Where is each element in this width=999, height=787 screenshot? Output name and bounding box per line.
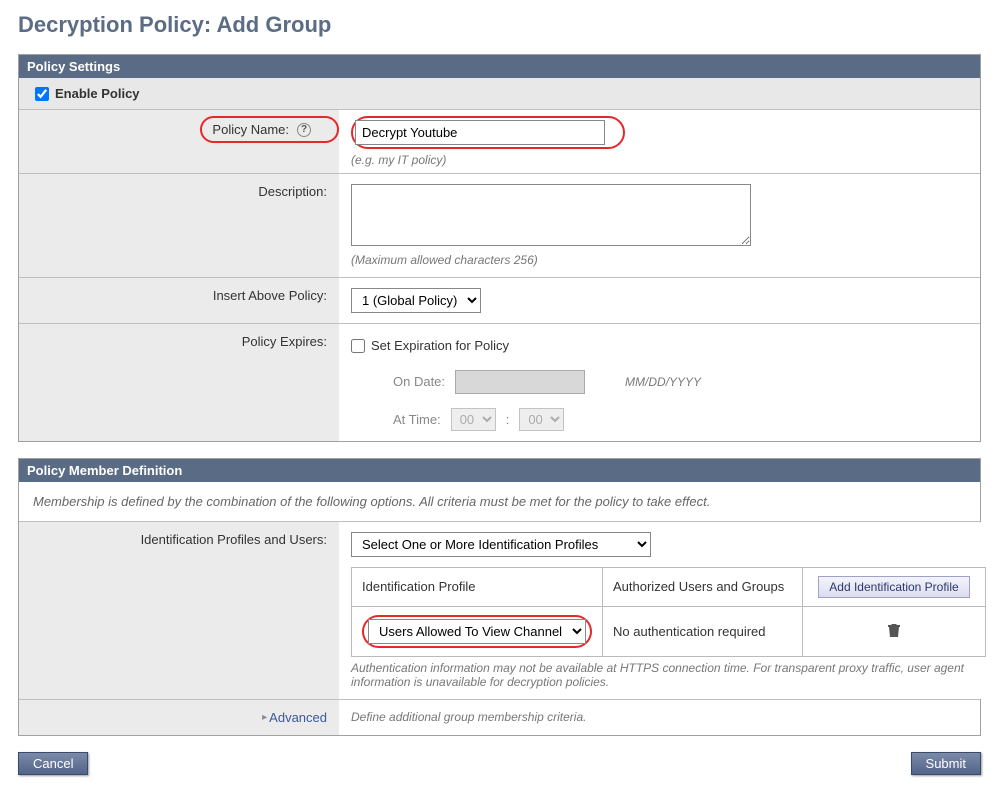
identification-label: Identification Profiles and Users: xyxy=(141,532,327,547)
date-format-hint: MM/DD/YYYY xyxy=(625,375,701,389)
expiration-date-input[interactable] xyxy=(455,370,585,394)
insert-above-label: Insert Above Policy: xyxy=(213,288,327,303)
policy-expires-row: Policy Expires: Set Expiration for Polic… xyxy=(19,324,980,441)
insert-above-select[interactable]: 1 (Global Policy) xyxy=(351,288,481,313)
advanced-label: Advanced xyxy=(269,710,327,725)
add-identification-profile-button[interactable]: Add Identification Profile xyxy=(818,576,969,598)
table-header-row: Identification Profile Authorized Users … xyxy=(352,567,986,606)
authorized-users-cell: No authentication required xyxy=(603,606,803,656)
policy-name-hint: (e.g. my IT policy) xyxy=(351,153,968,167)
member-note: Membership is defined by the combination… xyxy=(19,482,980,522)
advanced-text: Define additional group membership crite… xyxy=(351,710,968,724)
insert-above-row: Insert Above Policy: 1 (Global Policy) xyxy=(19,278,980,324)
on-date-label: On Date: xyxy=(393,374,445,389)
expiration-minute-select[interactable]: 00 xyxy=(519,408,564,431)
policy-expires-label: Policy Expires: xyxy=(242,334,327,349)
time-colon: : xyxy=(506,412,510,427)
enable-policy-row: Enable Policy xyxy=(19,78,980,110)
enable-policy-checkbox[interactable] xyxy=(35,87,49,101)
identification-table: Identification Profile Authorized Users … xyxy=(351,567,986,657)
help-icon[interactable]: ? xyxy=(297,123,311,137)
page-title: Decryption Policy: Add Group xyxy=(18,12,981,38)
footer-buttons: Cancel Submit xyxy=(18,752,981,775)
advanced-row: ▸ Advanced Define additional group membe… xyxy=(19,700,980,735)
description-hint: (Maximum allowed characters 256) xyxy=(351,253,968,267)
policy-name-input-highlight xyxy=(351,116,625,149)
enable-policy-label: Enable Policy xyxy=(55,86,140,101)
auth-hint: Authentication information may not be av… xyxy=(351,661,986,689)
policy-name-row: Policy Name: ? (e.g. my IT policy) xyxy=(19,110,980,174)
set-expiration-checkbox[interactable] xyxy=(351,339,365,353)
table-row: Users Allowed To View Channel No authent… xyxy=(352,606,986,656)
set-expiration-label: Set Expiration for Policy xyxy=(371,338,509,353)
member-definition-section: Policy Member Definition Membership is d… xyxy=(18,458,981,736)
at-time-label: At Time: xyxy=(393,412,441,427)
profile-row-select[interactable]: Users Allowed To View Channel xyxy=(368,619,586,644)
expiration-hour-select[interactable]: 00 xyxy=(451,408,496,431)
col-users-header: Authorized Users and Groups xyxy=(603,567,803,606)
policy-name-input[interactable] xyxy=(355,120,605,145)
profile-select-highlight: Users Allowed To View Channel xyxy=(362,615,592,648)
description-label: Description: xyxy=(258,184,327,199)
policy-settings-header: Policy Settings xyxy=(19,55,980,78)
cancel-button[interactable]: Cancel xyxy=(18,752,88,775)
description-textarea[interactable] xyxy=(351,184,751,246)
submit-button[interactable]: Submit xyxy=(911,752,981,775)
chevron-right-icon: ▸ xyxy=(262,712,267,723)
policy-name-label: Policy Name: xyxy=(212,122,289,137)
col-profile-header: Identification Profile xyxy=(352,567,603,606)
identification-profiles-select[interactable]: Select One or More Identification Profil… xyxy=(351,532,651,557)
description-row: Description: (Maximum allowed characters… xyxy=(19,174,980,278)
identification-row: Identification Profiles and Users: Selec… xyxy=(19,522,980,700)
policy-settings-section: Policy Settings Enable Policy Policy Nam… xyxy=(18,54,981,442)
policy-name-highlight: Policy Name: ? xyxy=(200,116,339,143)
member-definition-header: Policy Member Definition xyxy=(19,459,980,482)
trash-icon[interactable] xyxy=(887,622,901,638)
advanced-toggle[interactable]: ▸ Advanced xyxy=(262,710,327,725)
